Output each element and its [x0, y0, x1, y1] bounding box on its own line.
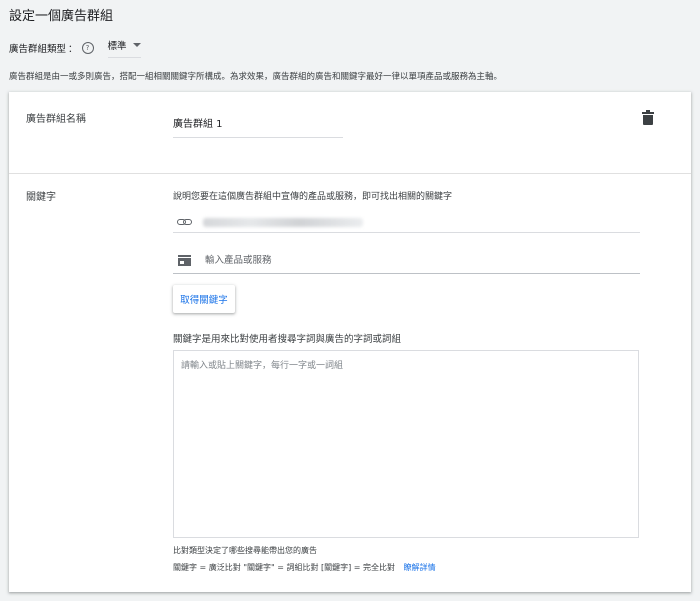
product-service-input[interactable]: [203, 254, 607, 267]
match-type-examples: 關鍵字 = 廣泛比對 "關鍵字" = 詞組比對 [關鍵字] = 完全比對: [173, 563, 396, 572]
store-icon: [178, 255, 191, 266]
caret-down-icon: [132, 43, 141, 47]
trash-icon[interactable]: [642, 110, 654, 126]
ad-group-type-select[interactable]: 標準: [107, 38, 141, 58]
ad-group-type-value: 標準: [107, 41, 127, 52]
get-keywords-button[interactable]: 取得關鍵字: [173, 285, 235, 313]
learn-more-link[interactable]: 瞭解詳情: [404, 563, 436, 572]
keywords-textarea[interactable]: [173, 350, 639, 538]
ad-group-type-row: 廣告群組類型 ： ? 標準: [9, 38, 141, 58]
ad-group-card: 廣告群組名稱 廣告群組 1 關鍵字 說明您要在這個廣告群組中宣傳的產品或服務，即…: [9, 92, 691, 592]
page-title: 設定一個廣告群組: [9, 9, 114, 24]
product-service-field: [173, 248, 640, 274]
match-type-note: 比對類型決定了哪些搜尋能帶出您的廣告: [173, 546, 317, 555]
keywords-label: 關鍵字: [26, 192, 56, 203]
url-field[interactable]: [173, 212, 640, 233]
link-icon: [177, 217, 193, 227]
keywords-instruction: 說明您要在這個廣告群組中宣傳的產品或服務，即可找出相關的關鍵字: [173, 192, 453, 202]
ad-group-description: 廣告群組是由一或多則廣告，搭配一組相關關鍵字所構成。為求效果，廣告群組的廣告和關…: [9, 72, 503, 82]
ad-group-type-label: 廣告群組類型: [9, 44, 67, 55]
ad-group-name-label: 廣告群組名稱: [26, 114, 86, 125]
url-value-redacted: [203, 217, 363, 227]
ad-group-name-value: 廣告群組 1: [173, 119, 223, 130]
match-type-examples-row: 關鍵字 = 廣泛比對 "關鍵字" = 詞組比對 [關鍵字] = 完全比對 瞭解詳…: [173, 562, 436, 573]
section-divider: [9, 173, 691, 174]
keywords-help-text: 關鍵字是用來比對使用者搜尋字詞與廣告的字詞或詞組: [173, 334, 402, 345]
help-icon[interactable]: ?: [81, 42, 94, 54]
ad-group-name-field[interactable]: 廣告群組 1: [173, 112, 343, 138]
